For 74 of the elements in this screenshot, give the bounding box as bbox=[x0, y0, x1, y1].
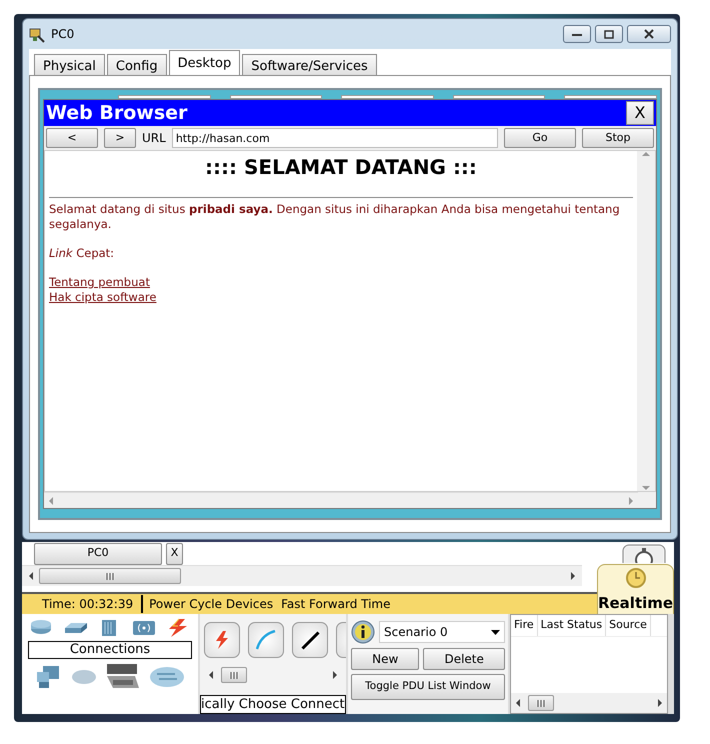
window-title: PC0 bbox=[51, 26, 74, 43]
tab[interactable]: Config bbox=[106, 54, 167, 75]
paragraph: Selamat datang di situs pribadi saya. Dengan situs ini diharapkan Anda bisa mengetahui tentang segalanya. bbox=[49, 202, 621, 232]
scroll-right-icon bbox=[571, 572, 576, 580]
stopwatch-icon[interactable] bbox=[622, 544, 666, 563]
close-button[interactable]: X bbox=[626, 101, 654, 125]
desktop-app-tile[interactable] bbox=[341, 95, 434, 99]
scroll-left-icon bbox=[515, 699, 520, 707]
column-header: Fire bbox=[511, 615, 538, 636]
page-heading: :::: SELAMAT DATANG ::: bbox=[204, 155, 478, 179]
scroll-right-icon bbox=[629, 496, 634, 504]
go-button[interactable]: Go bbox=[504, 128, 576, 148]
straight-cable-button[interactable] bbox=[292, 622, 328, 658]
realtime-mode-tab[interactable]: Realtime bbox=[597, 564, 674, 614]
column-header: Source bbox=[606, 615, 651, 636]
wireless-icon[interactable] bbox=[131, 618, 157, 638]
minimize-icon bbox=[572, 32, 582, 36]
scroll-right-icon bbox=[658, 699, 663, 707]
url-label: URL bbox=[142, 130, 166, 147]
scroll-down-icon bbox=[642, 485, 650, 491]
curved-cable-button[interactable] bbox=[248, 622, 284, 658]
mode-label: Realtime bbox=[598, 594, 674, 612]
browser-title: Web Browser bbox=[46, 100, 188, 126]
lightning-icon bbox=[216, 631, 228, 649]
cloud-icon[interactable] bbox=[149, 665, 185, 689]
minimize-button[interactable] bbox=[563, 25, 591, 43]
scroll-left-icon bbox=[48, 496, 53, 504]
scroll-left-icon bbox=[28, 572, 33, 580]
quick-links-label: Link Cepat: bbox=[49, 245, 116, 262]
stop-button[interactable]: Stop bbox=[582, 128, 654, 148]
scenario-button[interactable]: Delete bbox=[423, 648, 505, 670]
desktop-app-tile[interactable] bbox=[118, 95, 211, 99]
scroll-up-icon bbox=[642, 151, 650, 157]
toggle-pdu-list-button[interactable]: Toggle PDU List Window bbox=[351, 674, 505, 700]
url-field[interactable]: http://hasan.com bbox=[172, 128, 498, 148]
forward-button[interactable]: > bbox=[104, 128, 136, 148]
curved-line-icon bbox=[256, 630, 276, 650]
connection-type-caption: ically Choose Connect bbox=[200, 695, 346, 714]
close-icon bbox=[644, 29, 654, 39]
desktop-app-tile[interactable] bbox=[564, 95, 657, 99]
horizontal-scrollbar[interactable] bbox=[22, 566, 582, 586]
maximize-icon bbox=[604, 30, 614, 38]
back-button[interactable]: < bbox=[46, 128, 98, 148]
scroll-left-icon bbox=[208, 671, 213, 679]
desktop-app-tile[interactable] bbox=[230, 95, 322, 99]
close-button[interactable]: X bbox=[166, 542, 183, 564]
horizontal-scrollbar[interactable] bbox=[44, 492, 638, 508]
vertical-scrollbar[interactable] bbox=[637, 151, 655, 491]
grip-icon bbox=[230, 672, 238, 678]
caret-icon bbox=[491, 630, 500, 634]
straight-line-icon bbox=[300, 630, 320, 650]
automatic-connection-button[interactable] bbox=[204, 622, 240, 658]
link[interactable]: Hak cipta software bbox=[49, 290, 156, 306]
info-icon[interactable] bbox=[351, 620, 375, 644]
desktop-app-tile[interactable] bbox=[452, 95, 546, 99]
tab[interactable]: Software/Services bbox=[242, 54, 377, 75]
horizontal-scrollbar[interactable] bbox=[511, 693, 667, 713]
tab[interactable]: Desktop bbox=[168, 50, 240, 75]
link[interactable]: Tentang pembuat bbox=[49, 275, 150, 290]
pc-icon bbox=[29, 26, 45, 43]
grip-icon bbox=[537, 700, 545, 706]
toolbar-button[interactable]: Fast Forward Time bbox=[281, 595, 390, 613]
window-tab[interactable]: PC0 bbox=[34, 542, 162, 564]
scenario-dropdown[interactable]: Scenario 0 bbox=[379, 621, 505, 643]
grip-icon bbox=[106, 572, 114, 580]
tab[interactable]: Physical bbox=[34, 54, 105, 75]
clock-icon bbox=[624, 567, 646, 589]
scenario-button[interactable]: New bbox=[351, 648, 420, 670]
column-header: Last Status bbox=[538, 615, 606, 636]
scroll-right-icon bbox=[333, 671, 338, 679]
maximize-button[interactable] bbox=[595, 25, 623, 43]
device-category-label: Connections bbox=[28, 641, 192, 659]
close-button[interactable] bbox=[627, 25, 671, 43]
toolbar-button[interactable]: Power Cycle Devices bbox=[149, 595, 274, 613]
